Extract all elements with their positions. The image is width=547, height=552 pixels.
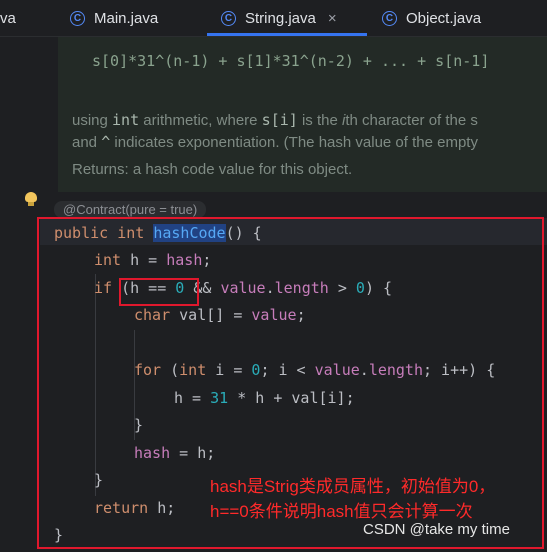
class-icon: C [221, 10, 236, 26]
tab-label: Object.java [406, 9, 482, 27]
class-icon: C [382, 10, 397, 26]
editor-gutter [0, 37, 40, 552]
active-tab-indicator [207, 33, 367, 36]
tab-label: va [0, 9, 16, 27]
doc-line-2: and ^ indicates exponentiation. (The has… [72, 133, 478, 151]
annotation-line-1: hash是Strig类成员属性，初始值为0， [210, 477, 496, 496]
lightbulb-icon[interactable] [25, 192, 37, 206]
tab-label: String.java [245, 9, 316, 27]
watermark: CSDN @take my time [363, 521, 510, 538]
tab-main-java[interactable]: C Main.java [70, 0, 158, 36]
doc-formula: s[0]*31^(n-1) + s[1]*31^(n-2) + ... + s[… [92, 52, 490, 70]
class-icon: C [70, 10, 85, 26]
close-icon[interactable]: × [328, 10, 337, 27]
tab-partial[interactable]: va [0, 0, 16, 36]
tab-label: Main.java [94, 9, 159, 27]
doc-line-1: using int arithmetic, where s[i] is the … [72, 111, 478, 129]
contract-inlay-hint: @Contract(pure = true) [54, 201, 207, 218]
tab-string-java[interactable]: C String.java × [221, 0, 337, 36]
editor-tab-bar: va C Main.java C String.java × C Object.… [0, 0, 547, 37]
tab-object-java[interactable]: C Object.java [382, 0, 481, 36]
annotation-line-2: h==0条件说明hash值只会计算一次 [210, 502, 473, 521]
doc-returns: Returns: a hash code value for this obje… [72, 161, 353, 178]
highlight-box-condition [119, 278, 199, 306]
